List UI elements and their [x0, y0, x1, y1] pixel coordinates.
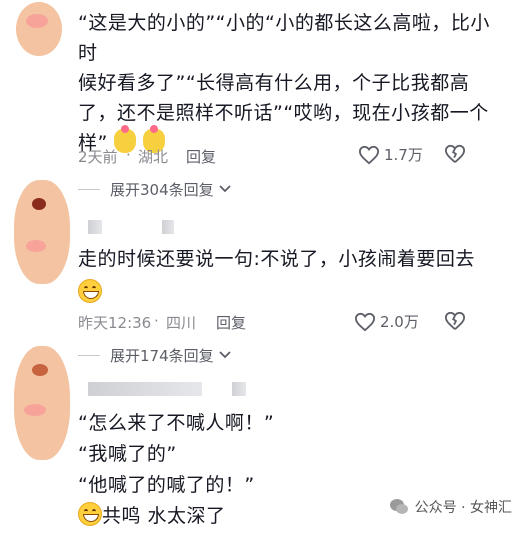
chevron-down-icon: [219, 185, 231, 193]
like-button[interactable]: 2.0万: [354, 311, 419, 332]
avatar[interactable]: [14, 2, 66, 58]
avatar[interactable]: [12, 180, 70, 290]
like-button[interactable]: 1.7万: [358, 144, 423, 165]
reply-button[interactable]: 回复: [186, 146, 216, 167]
heart-icon: [358, 145, 380, 164]
broken-heart-icon[interactable]: [444, 311, 466, 331]
expand-replies[interactable]: 展开174条回复: [78, 344, 232, 366]
grin-emoji: [78, 279, 102, 303]
wechat-icon: [389, 499, 408, 514]
comment-text: 走的时候还要说一句:不说了，小孩闹着要回去: [78, 244, 508, 308]
username[interactable]: [88, 220, 102, 234]
username[interactable]: [162, 220, 174, 234]
grin-emoji: [78, 502, 102, 526]
comment-text: “这是大的小的”“小的“小的都长这么高啦，比小时 候好看多了”“长得高有什么用，…: [78, 12, 490, 154]
avatar[interactable]: [12, 346, 70, 466]
broken-heart-icon[interactable]: [444, 144, 466, 164]
heart-icon: [354, 312, 376, 331]
expand-replies[interactable]: 展开304条回复: [78, 178, 232, 200]
chevron-down-icon: [219, 351, 231, 359]
username[interactable]: [88, 382, 202, 396]
reply-button[interactable]: 回复: [216, 312, 246, 333]
username[interactable]: [232, 382, 246, 396]
watermark: 公众号 · 女神汇: [389, 497, 512, 517]
